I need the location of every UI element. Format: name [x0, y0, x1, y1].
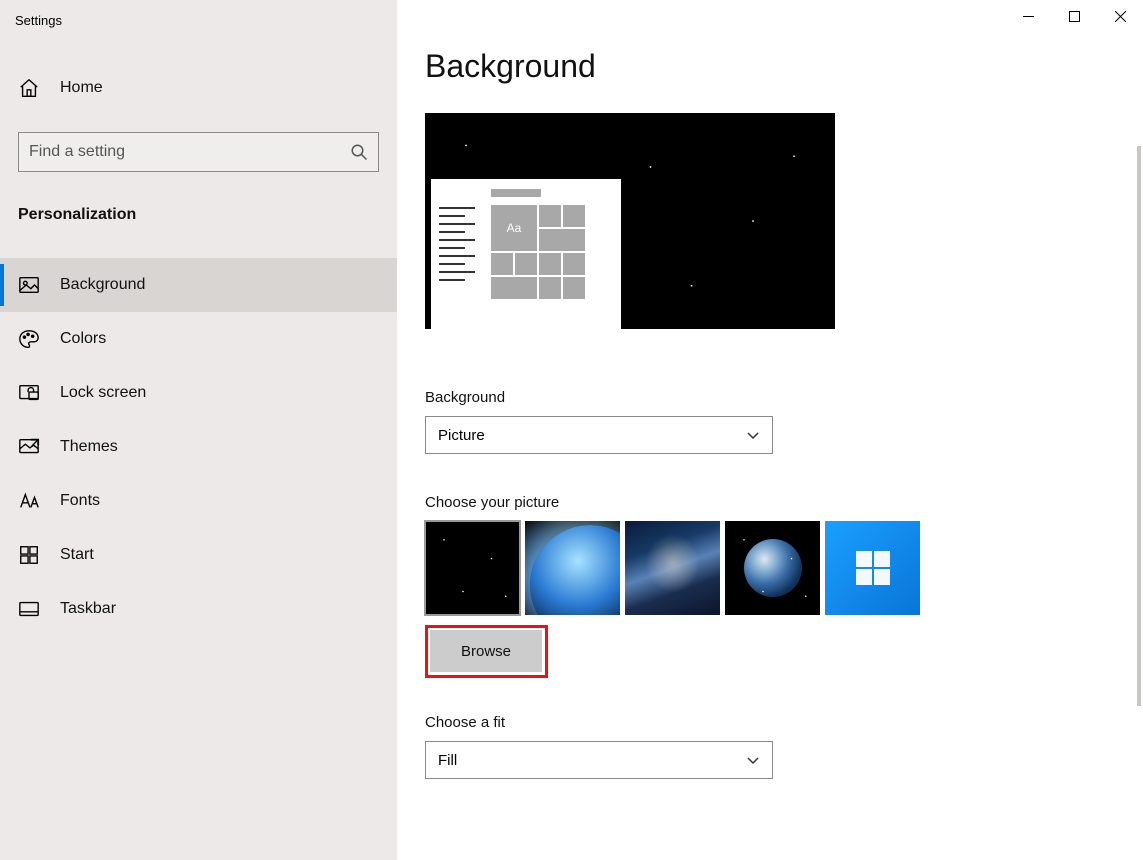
sidebar-item-taskbar[interactable]: Taskbar — [0, 582, 397, 636]
section-title: Personalization — [0, 206, 397, 224]
search-box[interactable] — [18, 132, 379, 172]
picture-thumb-earth-horizon[interactable] — [525, 521, 620, 615]
sidebar-item-label: Colors — [60, 330, 106, 348]
start-icon — [18, 544, 40, 566]
picture-thumbnails — [425, 521, 1143, 615]
preview-mock-tiles: Aa — [491, 189, 585, 321]
sidebar-item-label: Fonts — [60, 492, 100, 510]
picture-icon — [18, 274, 40, 296]
picture-thumb-windows-default[interactable] — [825, 521, 920, 615]
picture-thumb-milky-way[interactable] — [625, 521, 720, 615]
fit-dropdown-label: Choose a fit — [425, 714, 1143, 731]
background-dropdown-label: Background — [425, 389, 1143, 406]
browse-highlight: Browse — [425, 625, 548, 678]
background-dropdown[interactable]: Picture — [425, 416, 773, 454]
taskbar-icon — [18, 598, 40, 620]
home-label: Home — [60, 79, 103, 97]
lockscreen-icon — [18, 382, 40, 404]
sidebar-item-colors[interactable]: Colors — [0, 312, 397, 366]
sidebar-item-label: Themes — [60, 438, 118, 456]
picture-thumb-stars[interactable] — [425, 521, 520, 615]
sidebar-item-label: Background — [60, 276, 145, 294]
preview-tile-aa: Aa — [491, 205, 537, 251]
window-title: Settings — [0, 13, 62, 28]
sidebar: Home Personalization Background — [0, 0, 397, 860]
sidebar-item-themes[interactable]: Themes — [0, 420, 397, 474]
sidebar-item-label: Lock screen — [60, 384, 146, 402]
sidebar-item-label: Taskbar — [60, 600, 116, 618]
fit-dropdown-value: Fill — [438, 752, 457, 769]
picture-thumb-blue-marble[interactable] — [725, 521, 820, 615]
desktop-preview: Aa — [425, 113, 835, 329]
fonts-icon — [18, 490, 40, 512]
preview-mock-window: Aa — [431, 179, 621, 329]
home-button[interactable]: Home — [0, 64, 397, 112]
browse-button[interactable]: Browse — [430, 630, 542, 672]
background-dropdown-value: Picture — [438, 427, 485, 444]
scrollbar[interactable] — [1137, 146, 1141, 706]
palette-icon — [18, 328, 40, 350]
sidebar-item-start[interactable]: Start — [0, 528, 397, 582]
home-icon — [18, 77, 40, 99]
choose-picture-label: Choose your picture — [425, 494, 1143, 511]
sidebar-item-background[interactable]: Background — [0, 258, 397, 312]
preview-mock-list — [439, 189, 475, 321]
search-icon — [350, 143, 368, 161]
sidebar-item-label: Start — [60, 546, 94, 564]
fit-dropdown[interactable]: Fill — [425, 741, 773, 779]
chevron-down-icon — [746, 753, 760, 767]
sidebar-item-lockscreen[interactable]: Lock screen — [0, 366, 397, 420]
main-content: Background Aa Backg — [397, 0, 1143, 860]
search-container — [0, 132, 397, 172]
chevron-down-icon — [746, 428, 760, 442]
search-input[interactable] — [29, 143, 350, 161]
settings-window: Settings Home — [0, 0, 1143, 860]
themes-icon — [18, 436, 40, 458]
page-title: Background — [425, 48, 1143, 85]
sidebar-item-fonts[interactable]: Fonts — [0, 474, 397, 528]
nav: Background Colors Lock screen Themes — [0, 258, 397, 636]
